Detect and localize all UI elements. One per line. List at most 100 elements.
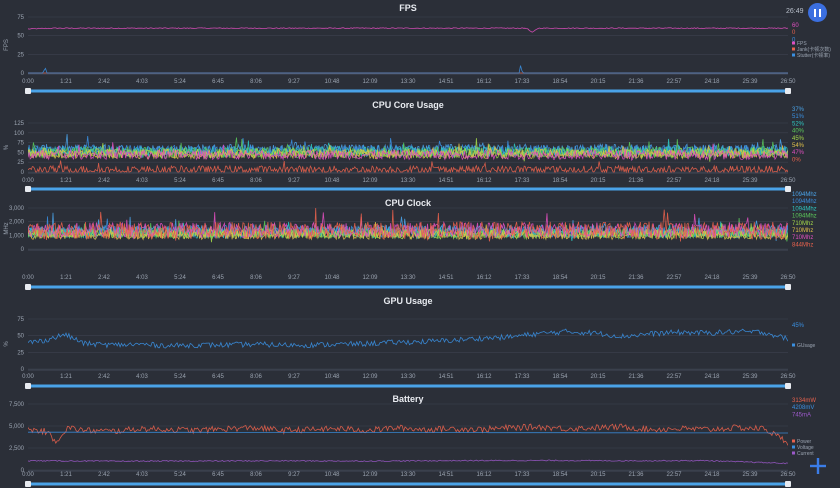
- x-tick-label: 17:33: [514, 374, 530, 380]
- add-button[interactable]: [808, 456, 828, 476]
- x-tick-label: 2:42: [98, 374, 110, 380]
- x-tick-label: 1:21: [60, 472, 72, 478]
- x-tick-label: 4:03: [136, 79, 148, 85]
- plot-area: [28, 27, 788, 74]
- x-tick-label: 14:51: [438, 374, 454, 380]
- pause-icon: [813, 8, 822, 17]
- x-tick-label: 9:27: [288, 374, 300, 380]
- scrollbar-handle-left[interactable]: [25, 481, 31, 487]
- x-tick-label: 2:42: [98, 178, 110, 184]
- y-tick-label: 5,000: [9, 424, 25, 430]
- x-tick-label: 13:30: [400, 275, 416, 281]
- x-tick-label: 4:03: [136, 178, 148, 184]
- x-tick-label: 9:27: [288, 275, 300, 281]
- scrollbar-handle-right[interactable]: [785, 383, 791, 389]
- scrollbar-handle-right[interactable]: [785, 284, 791, 290]
- x-tick-label: 1:21: [60, 79, 72, 85]
- x-tick-label: 13:30: [400, 472, 416, 478]
- scrollbar-handle-left[interactable]: [25, 383, 31, 389]
- y-tick-label: 7,500: [9, 402, 25, 408]
- current-value: 52%: [792, 121, 805, 127]
- current-value: 37%: [792, 107, 805, 113]
- scrollbar-handle-right[interactable]: [785, 481, 791, 487]
- x-tick-label: 13:30: [400, 374, 416, 380]
- x-tick-label: 22:57: [666, 275, 682, 281]
- pause-button[interactable]: [808, 3, 827, 22]
- y-axis-label: %: [4, 144, 10, 150]
- x-tick-label: 2:42: [98, 79, 110, 85]
- scrollbar-handle-left[interactable]: [25, 186, 31, 192]
- timeline-scrollbar[interactable]: [25, 88, 791, 94]
- x-tick-label: 24:18: [704, 472, 720, 478]
- x-tick-label: 14:51: [438, 79, 454, 85]
- x-tick-label: 12:09: [362, 79, 378, 85]
- scrollbar-handle-right[interactable]: [785, 186, 791, 192]
- y-tick-label: 0: [21, 247, 25, 253]
- x-tick-label: 8:06: [250, 178, 262, 184]
- elapsed-time: 26:49: [786, 8, 804, 15]
- x-tick-label: 1:21: [60, 178, 72, 184]
- current-value: 4208mV: [792, 405, 814, 411]
- timeline-scrollbar[interactable]: [25, 481, 791, 487]
- chart-cpu_clock: CPU Clock 0 1,000 2,000 3,000 MHz 0:00 1:21 2:42…: [4, 192, 817, 290]
- x-tick-label: 4:03: [136, 275, 148, 281]
- scrollbar-track[interactable]: [28, 285, 788, 289]
- x-tick-label: 22:57: [666, 79, 682, 85]
- current-value: 1094Mhz: [792, 206, 817, 212]
- legend-label: Jank(卡顿次数): [797, 46, 831, 53]
- x-tick-label: 8:06: [250, 275, 262, 281]
- plot-area: [28, 328, 788, 349]
- plus-icon: [810, 458, 826, 474]
- series-line-stutter-: [28, 65, 788, 74]
- series-line-gusage: [28, 328, 788, 349]
- x-tick-label: 21:36: [628, 472, 644, 478]
- chart-cpu_usage: CPU Core Usage 0 25 50 75 100 125% 0:00 1:21 2:42…: [4, 100, 805, 192]
- y-tick-label: 75: [17, 15, 24, 21]
- y-tick-label: 50: [17, 334, 24, 340]
- scrollbar-track[interactable]: [28, 482, 788, 486]
- current-value: 710Mhz: [792, 221, 813, 227]
- y-axis-label: MHz: [4, 222, 10, 234]
- scrollbar-handle-right[interactable]: [785, 88, 791, 94]
- x-tick-label: 1:21: [60, 374, 72, 380]
- timeline-scrollbar[interactable]: [25, 284, 791, 290]
- x-tick-label: 17:33: [514, 472, 530, 478]
- y-axis-label: %: [4, 341, 10, 347]
- x-tick-label: 16:12: [476, 79, 492, 85]
- x-tick-label: 18:54: [552, 79, 568, 85]
- timeline-scrollbar[interactable]: [25, 186, 791, 192]
- series-line-current: [28, 459, 788, 465]
- x-tick-label: 6:45: [212, 374, 224, 380]
- x-tick-label: 6:45: [212, 79, 224, 85]
- x-tick-label: 20:15: [590, 178, 606, 184]
- legend-swatch: [792, 41, 795, 45]
- x-tick-label: 20:15: [590, 275, 606, 281]
- x-tick-label: 14:51: [438, 275, 454, 281]
- x-tick-label: 22:57: [666, 178, 682, 184]
- y-tick-label: 2,000: [9, 220, 25, 226]
- x-tick-label: 20:15: [590, 79, 606, 85]
- x-tick-label: 10:48: [324, 79, 340, 85]
- scrollbar-track[interactable]: [28, 187, 788, 191]
- x-tick-label: 22:57: [666, 472, 682, 478]
- current-value: 40%: [792, 129, 805, 135]
- x-tick-label: 8:06: [250, 79, 262, 85]
- x-tick-label: 25:39: [742, 374, 758, 380]
- scrollbar-handle-left[interactable]: [25, 284, 31, 290]
- y-tick-label: 100: [14, 131, 25, 137]
- scrollbar-handle-left[interactable]: [25, 88, 31, 94]
- scrollbar-track[interactable]: [28, 89, 788, 93]
- y-tick-label: 25: [17, 350, 24, 356]
- x-tick-label: 6:45: [212, 178, 224, 184]
- x-tick-label: 16:12: [476, 374, 492, 380]
- chart-title: CPU Core Usage: [372, 100, 444, 110]
- x-tick-label: 0:00: [22, 178, 34, 184]
- timeline-scrollbar[interactable]: [25, 383, 791, 389]
- legend-swatch: [792, 439, 795, 443]
- x-tick-label: 0:00: [22, 472, 34, 478]
- x-tick-label: 6:45: [212, 472, 224, 478]
- x-tick-label: 20:15: [590, 374, 606, 380]
- dashboard-canvas: FPS 0 25 50 75 FPS 0:00 1:21 2:42 4:03 5:24 6:45 8:0…: [4, 3, 831, 487]
- scrollbar-track[interactable]: [28, 384, 788, 388]
- x-tick-label: 26:50: [780, 79, 796, 85]
